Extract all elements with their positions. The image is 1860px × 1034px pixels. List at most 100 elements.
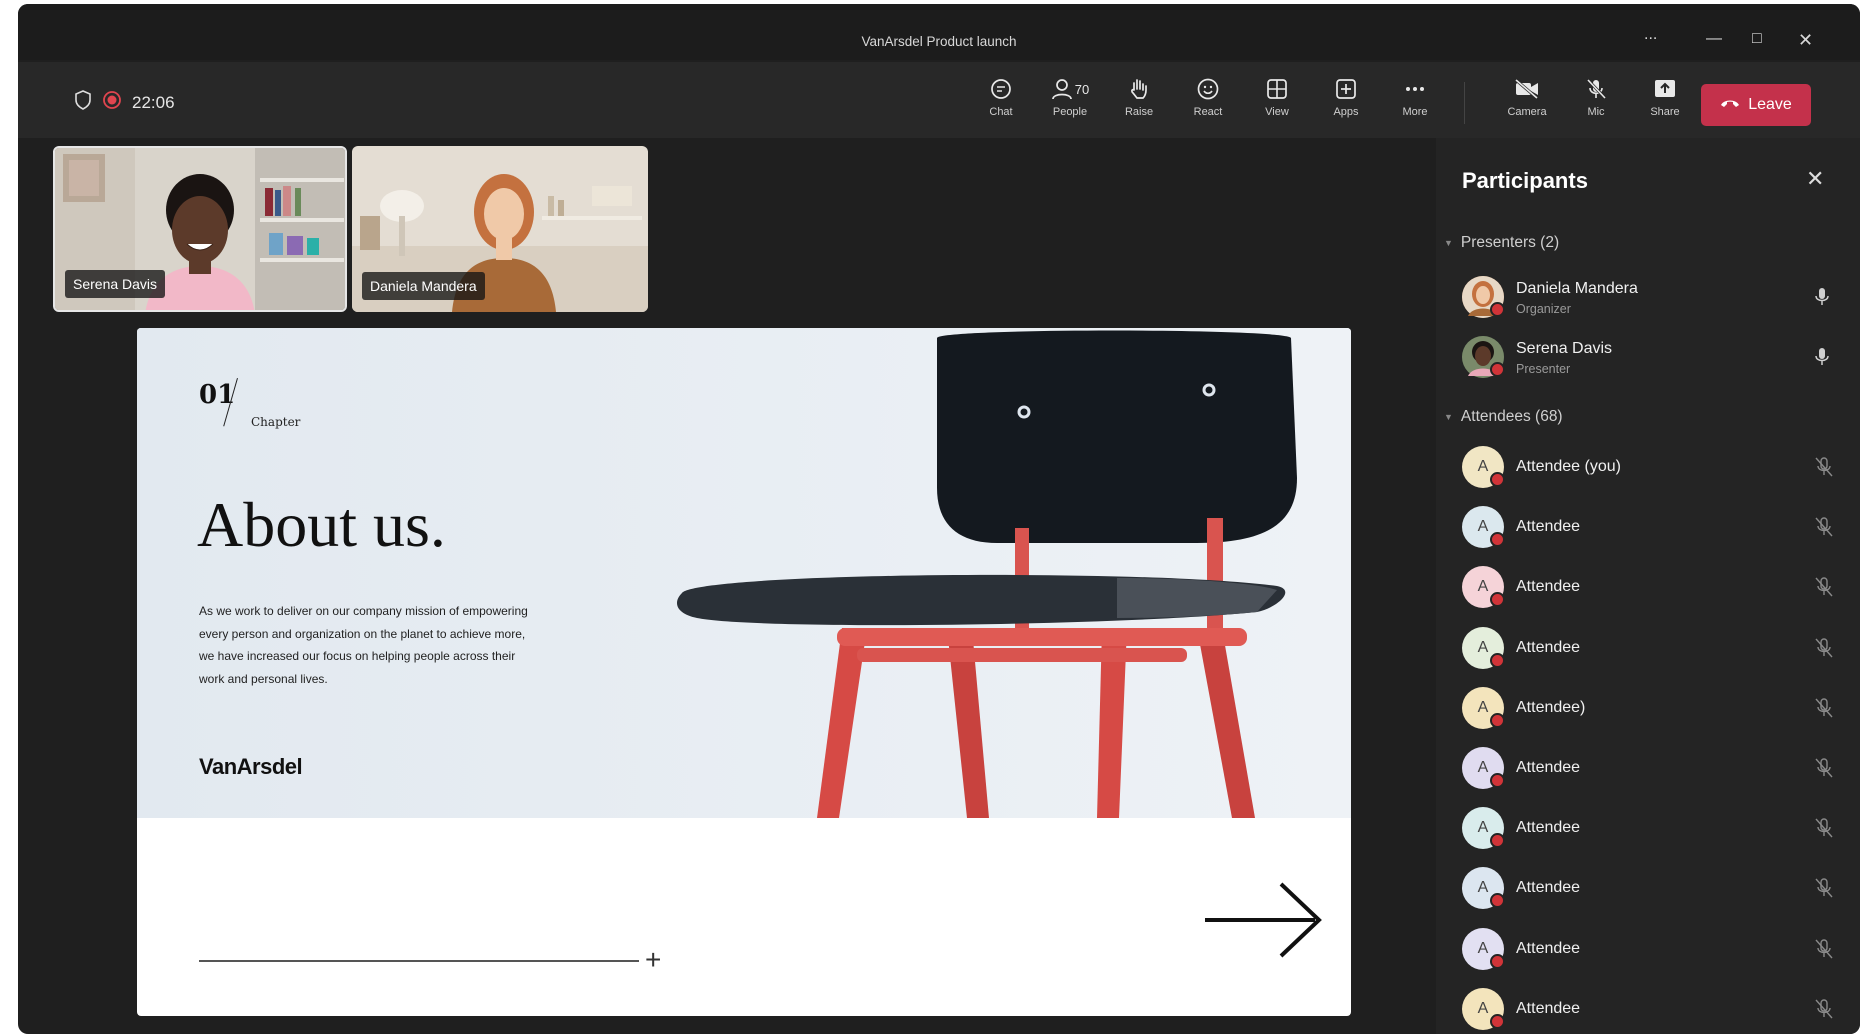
react-button[interactable]: React xyxy=(1180,74,1236,130)
more-options-icon[interactable]: ... xyxy=(1644,26,1657,44)
avatar: A xyxy=(1462,446,1505,488)
avatar xyxy=(1462,336,1505,378)
close-window-button[interactable]: ✕ xyxy=(1798,30,1813,51)
apps-label: Apps xyxy=(1333,106,1359,118)
camera-button[interactable]: Camera xyxy=(1499,74,1555,130)
attendee-row[interactable]: A Attendee xyxy=(1462,865,1842,911)
panel-title: Participants xyxy=(1462,168,1588,193)
recording-icon xyxy=(102,90,122,115)
react-label: React xyxy=(1193,106,1223,118)
attendee-name: Attendee xyxy=(1516,638,1581,656)
slide-body-text: As we work to deliver on our company mis… xyxy=(199,604,528,686)
more-button[interactable]: More xyxy=(1387,74,1443,130)
status-dot xyxy=(1490,1013,1505,1029)
presenter-row[interactable]: Serena Davis Presenter xyxy=(1462,334,1842,380)
attendee-row[interactable]: A Attendee xyxy=(1462,986,1842,1032)
attendee-row[interactable]: A Attendee xyxy=(1462,504,1842,550)
avatar: A xyxy=(1462,506,1505,549)
status-dot xyxy=(1490,652,1505,668)
next-arrow-icon[interactable] xyxy=(1203,880,1327,960)
attendee-row[interactable]: A Attendee xyxy=(1462,805,1842,851)
presenter-name: Daniela Mandera xyxy=(1516,280,1638,297)
attendee-name: Attendee xyxy=(1516,939,1581,957)
meeting-timer: 22:06 xyxy=(132,92,175,112)
presenter-role: Organizer xyxy=(1516,302,1571,316)
mic-label: Mic xyxy=(1587,106,1605,118)
shield-icon xyxy=(74,90,92,115)
chat-button[interactable]: Chat xyxy=(973,74,1029,130)
maximize-button[interactable]: □ xyxy=(1752,30,1762,48)
avatar-initial: A xyxy=(1477,759,1489,776)
collapse-caret-icon: ▼ xyxy=(1444,238,1453,248)
attendee-row[interactable]: A Attendee xyxy=(1462,625,1842,671)
mic-muted-icon xyxy=(1814,877,1834,904)
video-tile-daniela-mandera[interactable]: Daniela Mandera xyxy=(352,146,648,312)
avatar-initial: A xyxy=(1477,999,1489,1017)
mic-muted-icon xyxy=(1814,817,1834,844)
presenters-header-label: Presenters (2) xyxy=(1460,234,1560,251)
mic-off-icon xyxy=(1584,74,1608,104)
apps-button[interactable]: Apps xyxy=(1318,74,1374,130)
brand-logo: VanArsdel xyxy=(199,754,303,779)
mic-muted-icon xyxy=(1814,637,1834,664)
attendee-row[interactable]: A Attendee (you) xyxy=(1462,444,1842,490)
mic-muted-icon xyxy=(1814,697,1834,724)
attendee-row[interactable]: A Attendee xyxy=(1462,745,1842,791)
avatar-initial: A xyxy=(1477,578,1489,596)
mic-on-icon xyxy=(1814,286,1830,313)
mic-on-icon xyxy=(1814,346,1830,373)
avatar-initial: A xyxy=(1477,879,1489,897)
attendee-row[interactable]: A Attendee xyxy=(1462,564,1842,610)
more-dots-icon xyxy=(1403,74,1427,104)
attendees-header-label: Attendees (68) xyxy=(1460,408,1563,425)
mic-muted-icon xyxy=(1814,516,1834,543)
avatar: A xyxy=(1462,686,1505,729)
attendee-name: Attendee (you) xyxy=(1516,458,1621,475)
mic-muted-icon xyxy=(1814,456,1834,483)
leave-button[interactable]: Leave xyxy=(1701,84,1811,126)
view-label: View xyxy=(1265,106,1289,118)
close-panel-button[interactable]: ✕ xyxy=(1806,166,1824,192)
attendee-row[interactable]: A Attendee) xyxy=(1462,685,1842,731)
status-dot xyxy=(1490,773,1505,788)
presenter-row[interactable]: Daniela Mandera Organizer xyxy=(1462,274,1842,320)
shared-slide: 01 Chapter About us. As we work to deliv… xyxy=(137,328,1351,1016)
apps-plus-icon xyxy=(1334,74,1358,104)
status-dot xyxy=(1490,953,1505,969)
minimize-button[interactable]: — xyxy=(1706,30,1722,48)
avatar-initial: A xyxy=(1477,698,1489,716)
attendees-section-header[interactable]: ▼ Attendees (68) xyxy=(1444,408,1563,426)
meeting-window: VanArsdel Product launch ... — □ ✕ 22:06… xyxy=(18,4,1860,1034)
status-dot xyxy=(1490,592,1505,608)
attendee-name: Attendee xyxy=(1516,879,1581,897)
hang-up-icon xyxy=(1720,96,1740,114)
participant-name-label: Daniela Mandera xyxy=(362,272,485,300)
avatar-initial: A xyxy=(1477,638,1489,656)
people-button[interactable]: 70 People xyxy=(1042,74,1098,130)
presenters-section-header[interactable]: ▼ Presenters (2) xyxy=(1444,234,1559,252)
recording-status: 22:06 xyxy=(74,90,175,115)
presenter-role: Presenter xyxy=(1516,362,1571,376)
slide-hero-area: 01 Chapter About us. As we work to deliv… xyxy=(137,328,1351,818)
attendee-name: Attendee xyxy=(1516,578,1581,596)
camera-label: Camera xyxy=(1507,106,1547,118)
red-chair-image-icon xyxy=(137,328,1351,818)
participant-name-label: Serena Davis xyxy=(65,270,166,298)
raise-hand-icon xyxy=(1128,74,1150,104)
slide-progress-line xyxy=(199,960,639,962)
mic-button[interactable]: Mic xyxy=(1568,74,1624,130)
avatar: A xyxy=(1462,747,1505,789)
attendee-name: Attendee xyxy=(1516,999,1581,1017)
avatar xyxy=(1462,276,1505,318)
view-button[interactable]: View xyxy=(1249,74,1305,130)
toolbar-divider xyxy=(1464,82,1465,124)
share-button[interactable]: Share xyxy=(1637,74,1693,130)
attendee-row[interactable]: A Attendee xyxy=(1462,926,1842,972)
video-tile-serena-davis[interactable]: Serena Davis xyxy=(53,146,347,312)
avatar-initial: A xyxy=(1477,518,1489,536)
status-dot xyxy=(1490,893,1505,909)
raise-label: Raise xyxy=(1124,106,1154,118)
avatar-initial: A xyxy=(1477,939,1489,957)
raise-hand-button[interactable]: Raise xyxy=(1111,74,1167,130)
people-label: People xyxy=(1052,106,1088,118)
